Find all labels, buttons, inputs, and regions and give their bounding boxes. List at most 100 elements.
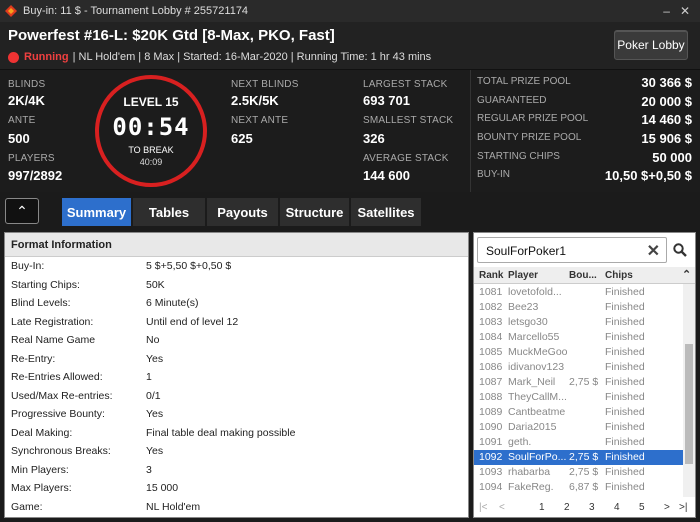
format-row-label: Re-Entries Allowed: [11,371,103,384]
player-table-header: Rank Player Bou... Chips ⌃ [474,267,695,284]
player-list-scrollbar[interactable] [683,284,695,497]
last-page-button[interactable]: >| [679,502,687,513]
next-blinds-value: 2.5K/5K [231,93,279,108]
minimize-button[interactable]: – [663,4,670,18]
column-bounty[interactable]: Bou... [569,270,597,281]
poker-lobby-button[interactable]: Poker Lobby [614,30,688,60]
format-row-value: 5 $+5,50 $+0,50 $ [146,260,232,273]
format-information-list: Buy-In: 5 $+5,50 $+0,50 $ Starting Chips: 5… [5,257,468,516]
format-row-label: Real Name Game [11,334,96,347]
search-button[interactable] [667,237,693,263]
format-row: Real Name Game No [5,331,468,350]
player-search-input[interactable]: SoulForPoker1 ✕ [477,237,667,263]
cell-player: Mark_Neil [508,376,556,388]
cell-bounty: 2,75 $ [569,451,599,463]
collapse-button[interactable]: ⌃ [5,198,39,224]
regular-prize-pool-value: 14 460 $ [641,112,692,127]
regular-prize-pool-label: REGULAR PRIZE POOL [477,113,589,124]
close-window-button[interactable]: ✕ [680,4,690,18]
cell-chips: Finished [605,301,645,313]
page-5-link[interactable]: 5 [639,502,645,513]
format-row-label: Buy-In: [11,260,45,273]
tab-payouts[interactable]: Payouts [207,198,279,226]
format-row-value: Until end of level 12 [146,315,239,328]
cell-rank: 1085 [479,346,503,358]
column-rank[interactable]: Rank [479,270,503,281]
format-row-label: Re-Entry: [11,352,56,365]
tab-satellites[interactable]: Satellites [351,198,422,226]
next-blinds-label: NEXT BLINDS [231,79,299,90]
cell-rank: 1084 [479,331,503,343]
format-row: Re-Entries Allowed: 1 [5,368,468,387]
format-row-value: 6 Minute(s) [146,297,199,310]
table-row[interactable]: 1088 TheyCallM... Finished [474,390,684,405]
tournament-name: Powerfest #16-L: $20K Gtd [8-Max, PKO, F… [8,27,335,44]
prev-page-button[interactable]: < [499,502,505,513]
table-row[interactable]: 1089 Cantbeatme Finished [474,405,684,420]
format-row-label: Game: [11,500,43,513]
table-row[interactable]: 1081 lovetofold... Finished [474,285,684,300]
format-row-label: Min Players: [11,463,69,476]
tab-structure[interactable]: Structure [280,198,350,226]
format-row-value: Yes [146,352,164,365]
ante-value: 500 [8,131,30,146]
page-1-link[interactable]: 1 [539,502,545,513]
level-clock: LEVEL 15 00:54 TO BREAK 40:09 [95,75,207,187]
format-row-value: Yes [146,408,164,421]
format-information-panel: Format Information Buy-In: 5 $+5,50 $+0,5… [4,232,469,518]
ante-label: ANTE [8,115,36,126]
cell-rank: 1089 [479,406,503,418]
format-row-label: Late Registration: [11,315,94,328]
table-row[interactable]: 1093 rhabarba 2,75 $ Finished [474,465,684,480]
format-row: Buy-In: 5 $+5,50 $+0,50 $ [5,257,468,276]
clear-search-icon[interactable]: ✕ [647,241,660,261]
first-page-button[interactable]: |< [479,502,487,513]
page-4-link[interactable]: 4 [614,502,620,513]
cell-chips: Finished [605,481,645,493]
format-row: Deal Making: Final table deal making poss… [5,424,468,443]
table-row[interactable]: 1084 Marcello55 Finished [474,330,684,345]
cell-rank: 1081 [479,286,503,298]
format-row: Starting Chips: 50K [5,276,468,295]
format-row-value: 50K [146,278,165,291]
scrollbar-thumb[interactable] [685,344,693,464]
format-row-value: 3 [146,463,152,476]
format-row-value: Yes [146,445,164,458]
scroll-up-icon[interactable]: ⌃ [682,268,691,281]
total-prize-pool-value: 30 366 $ [641,75,692,90]
average-stack-value: 144 600 [363,168,410,183]
column-player[interactable]: Player [508,270,538,281]
tab-summary[interactable]: Summary [62,198,132,226]
format-row-label: Starting Chips: [11,278,80,291]
starting-chips-value: 50 000 [652,150,692,165]
cell-player: Daria2015 [508,421,557,433]
table-row[interactable]: 1091 geth. Finished [474,435,684,450]
format-row-value: 15 000 [146,482,179,495]
cell-rank: 1082 [479,301,503,313]
cell-player: TheyCallM... [508,391,567,403]
cell-chips: Finished [605,466,645,478]
table-row[interactable]: 1082 Bee23 Finished [474,300,684,315]
page-2-link[interactable]: 2 [564,502,570,513]
table-row[interactable]: 1094 FakeReg. 6,87 $ Finished [474,480,684,495]
table-row[interactable]: 1085 MuckMeGoo Finished [474,345,684,360]
format-row: Re-Entry: Yes [5,350,468,369]
status-badge: Running [24,51,69,63]
page-3-link[interactable]: 3 [589,502,595,513]
format-row: Late Registration: Until end of level 12 [5,313,468,332]
table-row[interactable]: 1086 idivanov123 Finished [474,360,684,375]
format-row: Game: NL Hold'em [5,498,468,517]
format-row: Blind Levels: 6 Minute(s) [5,294,468,313]
column-chips[interactable]: Chips [605,270,633,281]
cell-bounty: 2,75 $ [569,376,599,388]
buy-in-label: BUY-IN [477,169,510,180]
table-row[interactable]: 1092 SoulForPo... 2,75 $ Finished [474,450,684,465]
next-page-button[interactable]: > [664,502,670,513]
stats-divider [470,70,471,192]
next-ante-label: NEXT ANTE [231,115,289,126]
table-row[interactable]: 1090 Daria2015 Finished [474,420,684,435]
table-row[interactable]: 1087 Mark_Neil 2,75 $ Finished [474,375,684,390]
cell-player: MuckMeGoo [508,346,568,358]
table-row[interactable]: 1083 letsgo30 Finished [474,315,684,330]
tab-tables[interactable]: Tables [133,198,206,226]
